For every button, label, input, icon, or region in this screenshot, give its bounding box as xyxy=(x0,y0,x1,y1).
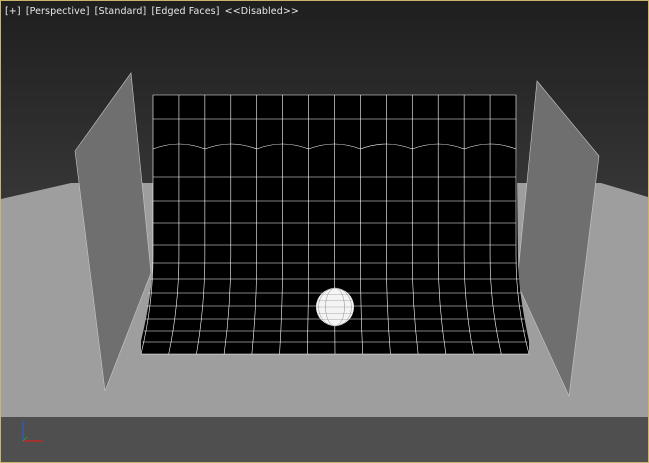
scene-canvas[interactable] xyxy=(1,1,648,462)
viewport-label-menu: [+] [Perspective] [Standard] [Edged Face… xyxy=(5,6,299,17)
sphere-object[interactable] xyxy=(316,287,354,327)
ground-front-face xyxy=(1,417,648,462)
viewport-shading-menu[interactable]: [Standard] xyxy=(95,6,147,17)
axis-tripod-icon xyxy=(22,421,43,442)
perspective-viewport[interactable]: [+] [Perspective] [Standard] [Edged Face… xyxy=(0,0,649,463)
viewport-edged-faces-menu[interactable]: [Edged Faces] xyxy=(151,6,219,17)
viewport-disabled-status[interactable]: <<Disabled>> xyxy=(225,6,299,17)
viewport-menu-plus[interactable]: [+] xyxy=(5,6,21,17)
viewport-point-of-view-menu[interactable]: [Perspective] xyxy=(26,6,90,17)
